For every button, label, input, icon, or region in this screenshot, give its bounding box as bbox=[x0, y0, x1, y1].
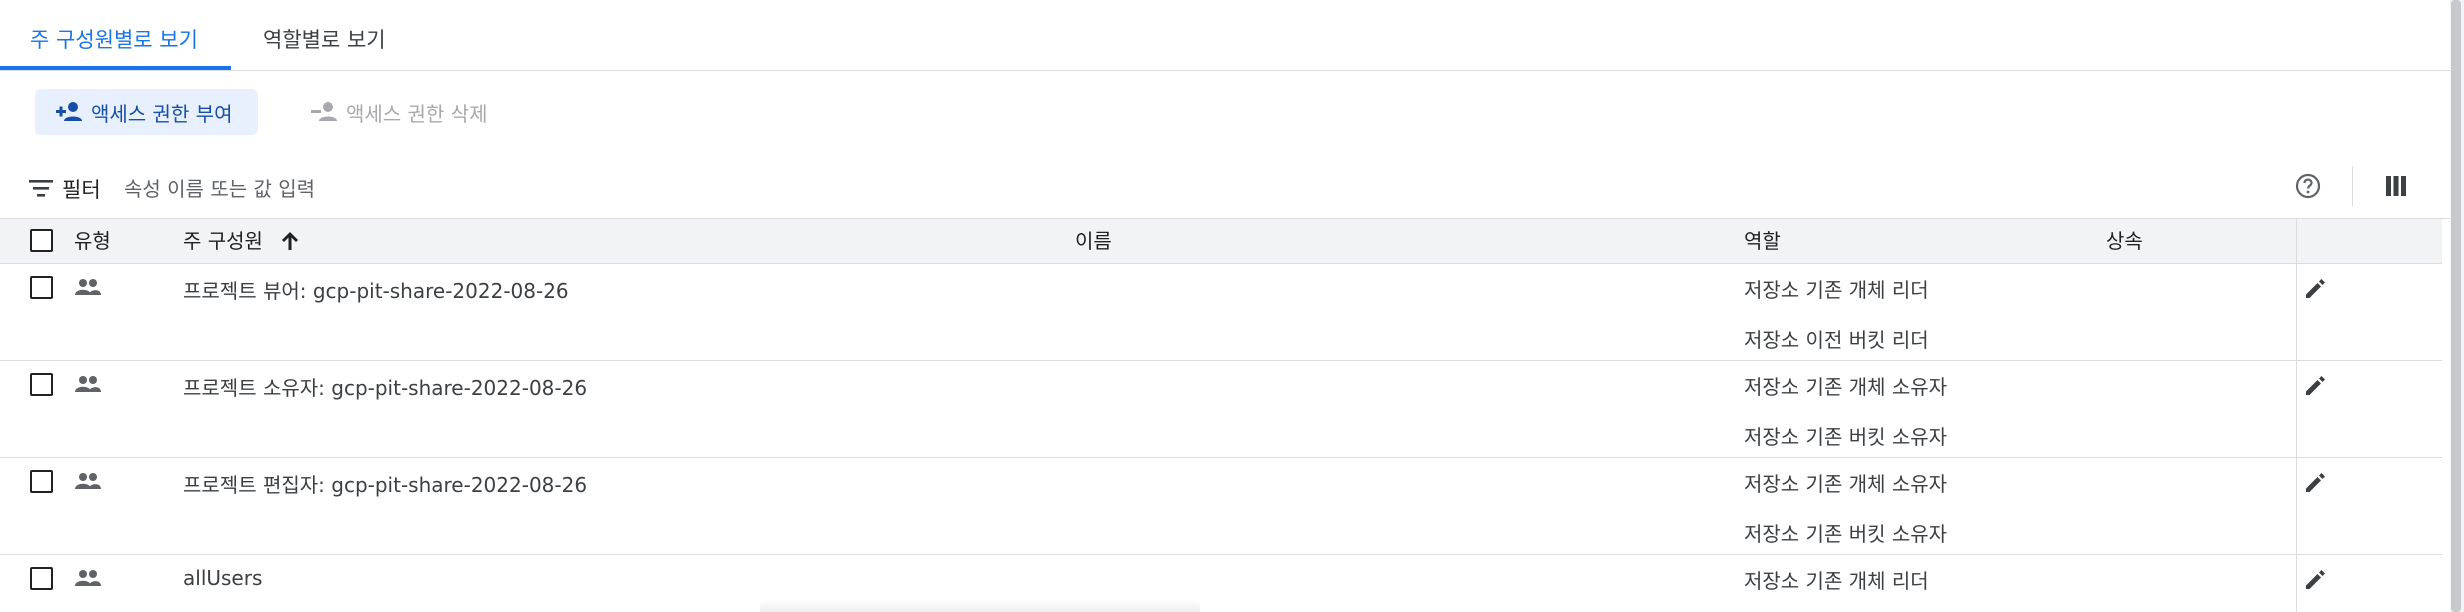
table-row: 프로젝트 뷰어: gcp-pit-share-2022-08-26 저장소 기존… bbox=[0, 264, 2442, 361]
role-item: 저장소 기존 버킷 소유자 bbox=[1744, 425, 1948, 449]
select-all-checkbox[interactable] bbox=[30, 229, 53, 252]
group-icon bbox=[75, 279, 101, 295]
tab-by-role[interactable]: 역할별로 보기 bbox=[233, 0, 416, 70]
table-row: 프로젝트 편집자: gcp-pit-share-2022-08-26 저장소 기… bbox=[0, 458, 2442, 555]
active-tab-indicator bbox=[0, 66, 231, 70]
group-icon bbox=[75, 570, 101, 586]
table-row: allUsers 저장소 기존 개체 리더 bbox=[0, 555, 2442, 612]
row-checkbox[interactable] bbox=[30, 276, 53, 299]
principal-name: 프로젝트 뷰어: gcp-pit-share-2022-08-26 bbox=[183, 279, 569, 303]
row-checkbox[interactable] bbox=[30, 567, 53, 590]
remove-person-icon bbox=[311, 102, 337, 121]
grant-access-button[interactable]: 액세스 권한 부여 bbox=[35, 89, 258, 135]
filter-input[interactable] bbox=[122, 170, 926, 208]
edit-icon[interactable] bbox=[2302, 371, 2330, 399]
row-checkbox[interactable] bbox=[30, 470, 53, 493]
column-header-type[interactable]: 유형 bbox=[74, 219, 111, 263]
role-item: 저장소 기존 개체 소유자 bbox=[1744, 472, 1948, 496]
column-header-role[interactable]: 역할 bbox=[1744, 219, 1781, 263]
column-header-name[interactable]: 이름 bbox=[1075, 219, 1112, 263]
row-checkbox[interactable] bbox=[30, 373, 53, 396]
principal-name: 프로젝트 소유자: gcp-pit-share-2022-08-26 bbox=[183, 376, 588, 400]
group-icon bbox=[75, 376, 101, 392]
principal-name: allUsers bbox=[183, 566, 263, 590]
filter-bar: 필터 bbox=[0, 160, 2450, 219]
filter-icon[interactable] bbox=[28, 177, 54, 199]
role-item: 저장소 이전 버킷 리더 bbox=[1744, 328, 1929, 352]
column-header-principal[interactable]: 주 구성원 bbox=[183, 219, 263, 263]
remove-access-button[interactable]: 액세스 권한 삭제 bbox=[290, 89, 520, 135]
filter-label: 필터 bbox=[62, 178, 101, 202]
role-item: 저장소 기존 버킷 소유자 bbox=[1744, 522, 1948, 546]
principal-name: 프로젝트 편집자: gcp-pit-share-2022-08-26 bbox=[183, 473, 588, 497]
group-icon bbox=[75, 473, 101, 489]
toolbar-divider bbox=[2352, 166, 2353, 206]
remove-access-label: 액세스 권한 삭제 bbox=[346, 101, 488, 126]
add-person-icon bbox=[56, 102, 82, 121]
column-header-inheritance[interactable]: 상속 bbox=[2106, 219, 2143, 263]
column-display-icon[interactable] bbox=[2384, 175, 2408, 197]
role-item: 저장소 기존 개체 리더 bbox=[1744, 569, 1929, 593]
horizontal-scroll-shadow bbox=[760, 600, 1200, 612]
role-item: 저장소 기존 개체 소유자 bbox=[1744, 375, 1948, 399]
edit-icon[interactable] bbox=[2302, 565, 2330, 593]
edit-icon[interactable] bbox=[2302, 468, 2330, 496]
table-row: 프로젝트 소유자: gcp-pit-share-2022-08-26 저장소 기… bbox=[0, 361, 2442, 458]
edit-icon[interactable] bbox=[2302, 274, 2330, 302]
grant-access-label: 액세스 권한 부여 bbox=[91, 101, 233, 126]
help-icon[interactable] bbox=[2293, 171, 2323, 201]
role-item: 저장소 기존 개체 리더 bbox=[1744, 278, 1929, 302]
sort-ascending-icon[interactable] bbox=[278, 229, 302, 253]
tab-by-principal[interactable]: 주 구성원별로 보기 bbox=[0, 0, 228, 70]
table-header: 유형 주 구성원 이름 역할 상속 bbox=[0, 219, 2442, 264]
vertical-scrollbar-thumb[interactable] bbox=[2451, 0, 2461, 612]
tab-bar: 주 구성원별로 보기 역할별로 보기 bbox=[0, 0, 2450, 71]
